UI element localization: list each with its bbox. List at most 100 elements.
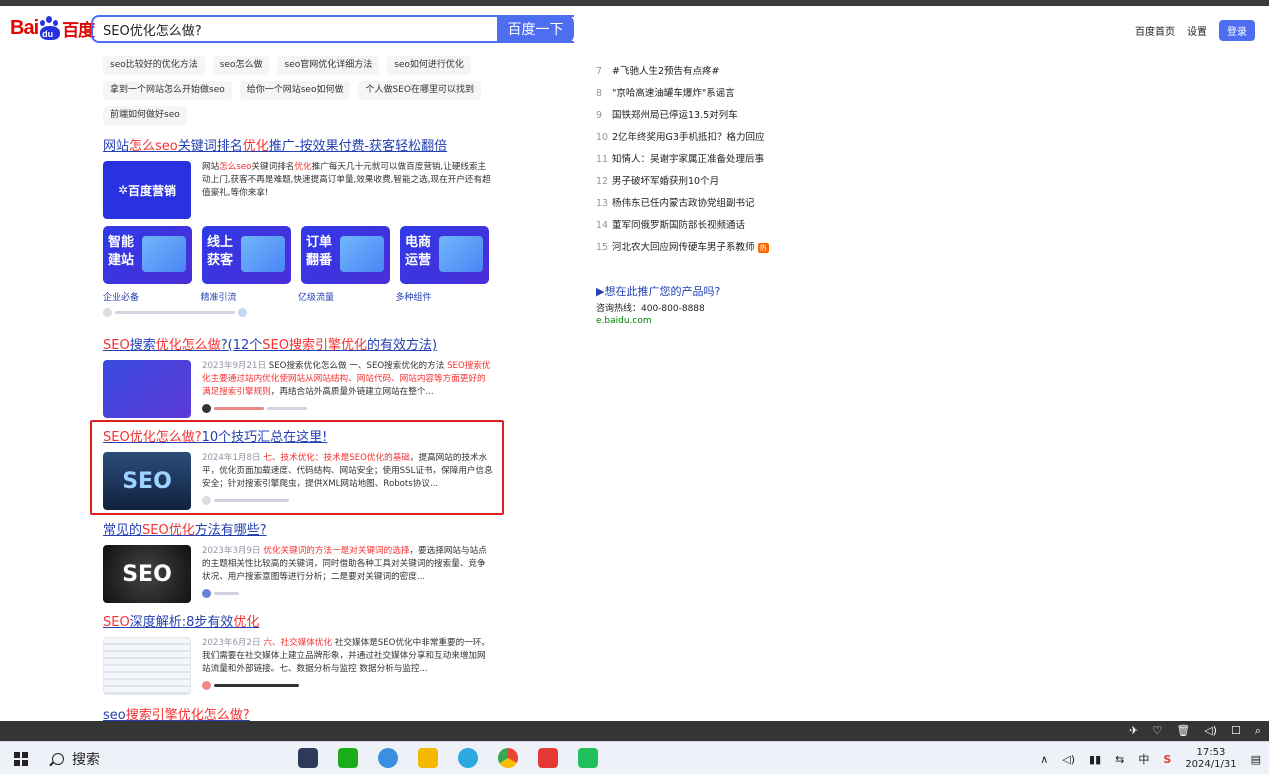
logo-cn-text: 百度 (62, 20, 95, 41)
search-result: SEO搜索优化怎么做?(12个SEO搜索引擎优化的有效方法) 2023年9月21… (103, 338, 493, 418)
related-tag[interactable]: seo比较好的优化方法 (103, 56, 205, 75)
input-icon[interactable]: ⇆ (1115, 753, 1124, 766)
card-label[interactable]: 企业必备 (103, 290, 201, 303)
hot-item[interactable]: 11 知情人：吴谢宇家属正准备处理后事 (596, 149, 769, 171)
chat-icon[interactable] (458, 748, 478, 768)
ad-result: 网站怎么seo关键词排名优化推广-按效果付费-获客轻松翻倍 ✲ 百度营销 网站怎… (103, 139, 493, 317)
paw-icon: du (39, 16, 61, 40)
system-toolbar (0, 721, 1269, 741)
result-snippet: 2023年3月9日 优化关键词的方法一是对关键词的选择，要选择网站与站点的主题相… (202, 546, 487, 582)
ad-thumbnail[interactable]: ✲ 百度营销 (103, 161, 191, 219)
promo-url[interactable]: e.baidu.com (596, 316, 720, 326)
taskbar-search[interactable]: 搜索 (52, 749, 100, 769)
ad-card[interactable]: 智能建站 (103, 226, 192, 284)
related-tag[interactable]: seo怎么做 (212, 56, 270, 75)
result-thumbnail[interactable]: SEO (103, 452, 191, 510)
volume-icon[interactable]: ◁) (1204, 724, 1217, 738)
result-snippet: 2024年1月8日 七、技术优化：技术是SEO优化的基础，提高网站的技术水平，优… (202, 453, 493, 489)
notification-icon[interactable]: ▤ (1251, 753, 1261, 766)
rocket-icon[interactable]: ✈ (1129, 724, 1138, 738)
ad-card[interactable]: 订单翻番 (301, 226, 390, 284)
hot-item[interactable]: 9 国铁郑州局已停运13.5对列车 (596, 105, 769, 127)
result-thumbnail[interactable] (103, 637, 191, 695)
source-icon (103, 307, 112, 317)
result-thumbnail[interactable]: SEO (103, 545, 191, 603)
card-label[interactable]: 亿级流量 (298, 290, 396, 303)
hot-item[interactable]: 8 "京哈高速油罐车爆炸"系谣言 (596, 83, 769, 105)
result-title[interactable]: 常见的SEO优化方法有哪些? (103, 523, 493, 539)
ad-card[interactable]: 电商运营 (400, 226, 489, 284)
volume-icon[interactable]: ◁) (1062, 753, 1075, 766)
browser-icon[interactable] (378, 748, 398, 768)
promo-block: ▶想在此推广您的产品吗? 咨询热线：400-800-8888 e.baidu.c… (596, 283, 720, 326)
result-title[interactable]: SEO深度解析:8步有效优化 (103, 615, 493, 631)
verified-icon (238, 307, 247, 317)
heart-icon[interactable]: ♡ (1152, 724, 1162, 738)
hot-badge: 热 (757, 243, 769, 253)
hot-item[interactable]: 7 #飞驰人生2预告有点疼# (596, 61, 769, 83)
search-button[interactable]: 百度一下 (497, 15, 574, 43)
baidu-logo[interactable]: Bai du 百度 (10, 14, 95, 42)
sogou-icon[interactable]: S (1163, 753, 1171, 766)
source-icon (202, 680, 211, 690)
result-title[interactable]: 网站怎么seo关键词排名优化推广-按效果付费-获客轻松翻倍 (103, 139, 493, 155)
wps-icon[interactable] (538, 748, 558, 768)
settings-link[interactable]: 设置 (1187, 23, 1207, 38)
related-tag[interactable]: seo官网优化详细方法 (277, 56, 380, 75)
logo-bai-text: Bai (10, 16, 39, 39)
trash-icon[interactable]: 🗑 (1176, 724, 1190, 738)
login-button[interactable]: 登录 (1219, 20, 1255, 41)
search-icon (52, 753, 64, 765)
toolbar-icons: ✈ ♡ 🗑 ◁) ☐ ⌕ (1129, 724, 1261, 738)
home-link[interactable]: 百度首页 (1135, 23, 1175, 38)
source-icon (202, 495, 211, 505)
chevron-up-icon[interactable]: ∧ (1040, 753, 1048, 766)
related-tag[interactable]: seo如何进行优化 (387, 56, 471, 75)
search-icon[interactable]: ⌕ (1255, 724, 1261, 738)
ad-card[interactable]: 线上获客 (202, 226, 291, 284)
hot-item[interactable]: 12 男子破坏军婚获刑10个月 (596, 171, 769, 193)
hot-item[interactable]: 15 河北农大回应网传硬车男子系教师热 (596, 237, 769, 259)
chrome-icon[interactable] (498, 748, 518, 768)
logo-du-text: du (42, 29, 54, 39)
search-result-highlighted: SEO优化怎么做?10个技巧汇总在这里! SEO 2024年1月8日 七、技术优… (103, 430, 493, 510)
result-snippet: 网站怎么seo关键词排名优化推广每天几十元就可以做百度营销,让硬线索主动上门,获… (202, 162, 491, 198)
top-links: 百度首页 设置 登录 (1135, 20, 1255, 41)
result-title[interactable]: SEO搜索优化怎么做?(12个SEO搜索引擎优化的有效方法) (103, 338, 493, 354)
clock[interactable]: 17:53 2024/1/31 (1185, 747, 1236, 771)
card-label[interactable]: 精准引流 (201, 290, 299, 303)
source-icon (202, 403, 211, 413)
hot-search-list: 7 #飞驰人生2预告有点疼# 8 "京哈高速油罐车爆炸"系谣言 9 国铁郑州局已停运1… (596, 61, 769, 259)
hot-item[interactable]: 14 董军同俄罗斯国防部长视频通话 (596, 215, 769, 237)
related-searches: seo比较好的优化方法 seo怎么做 seo官网优化详细方法 seo如何进行优化… (103, 56, 503, 125)
promo-title[interactable]: ▶想在此推广您的产品吗? (596, 283, 720, 299)
star-icon: ✲ (117, 183, 129, 197)
result-title[interactable]: SEO优化怎么做?10个技巧汇总在这里! (103, 430, 493, 446)
related-tag[interactable]: 前端如何做好seo (103, 106, 187, 125)
screen-icon[interactable] (578, 748, 598, 768)
windows-taskbar: 搜索 ∧ ◁) ▮▮ ⇆ 中 S 17:53 2024/1/31 ▤ (0, 741, 1269, 774)
search-input[interactable]: SEO优化怎么做? (103, 20, 496, 39)
system-tray: ∧ ◁) ▮▮ ⇆ 中 S 17:53 2024/1/31 ▤ (1040, 747, 1261, 771)
taskbar-apps (298, 748, 598, 768)
file-explorer-icon[interactable] (418, 748, 438, 768)
related-tag[interactable]: 拿到一个网站怎么开始做seo (103, 81, 232, 100)
hot-item[interactable]: 10 2亿年终奖用G3手机抵扣？格力回应 (596, 127, 769, 149)
task-view-icon[interactable] (298, 748, 318, 768)
related-tag[interactable]: 个人做SEO在哪里可以找到 (358, 81, 481, 100)
browser-top-strip (0, 0, 1269, 6)
card-label[interactable]: 多种组件 (396, 290, 494, 303)
result-snippet: 2023年9月21日 SEO搜索优化怎么做 一、SEO搜索优化的方法 SEO搜索… (202, 361, 491, 397)
window-icon[interactable]: ☐ (1231, 724, 1241, 738)
source-icon (202, 588, 211, 598)
related-tag[interactable]: 给你一个网站seo如何做 (239, 81, 351, 100)
wechat-icon[interactable] (338, 748, 358, 768)
hot-item[interactable]: 13 杨伟东已任内蒙古政协党组副书记 (596, 193, 769, 215)
promo-phone: 咨询热线：400-800-8888 (596, 304, 705, 314)
result-snippet: 2023年6月2日 六、社交媒体优化 社交媒体是SEO优化中非常重要的一环。我们… (202, 638, 490, 674)
windows-start-icon[interactable] (14, 752, 28, 766)
network-icon[interactable]: ▮▮ (1089, 753, 1101, 766)
search-result: 常见的SEO优化方法有哪些? SEO 2023年3月9日 优化关键词的方法一是对… (103, 523, 493, 603)
result-thumbnail[interactable] (103, 360, 191, 418)
ime-indicator[interactable]: 中 (1138, 751, 1149, 767)
